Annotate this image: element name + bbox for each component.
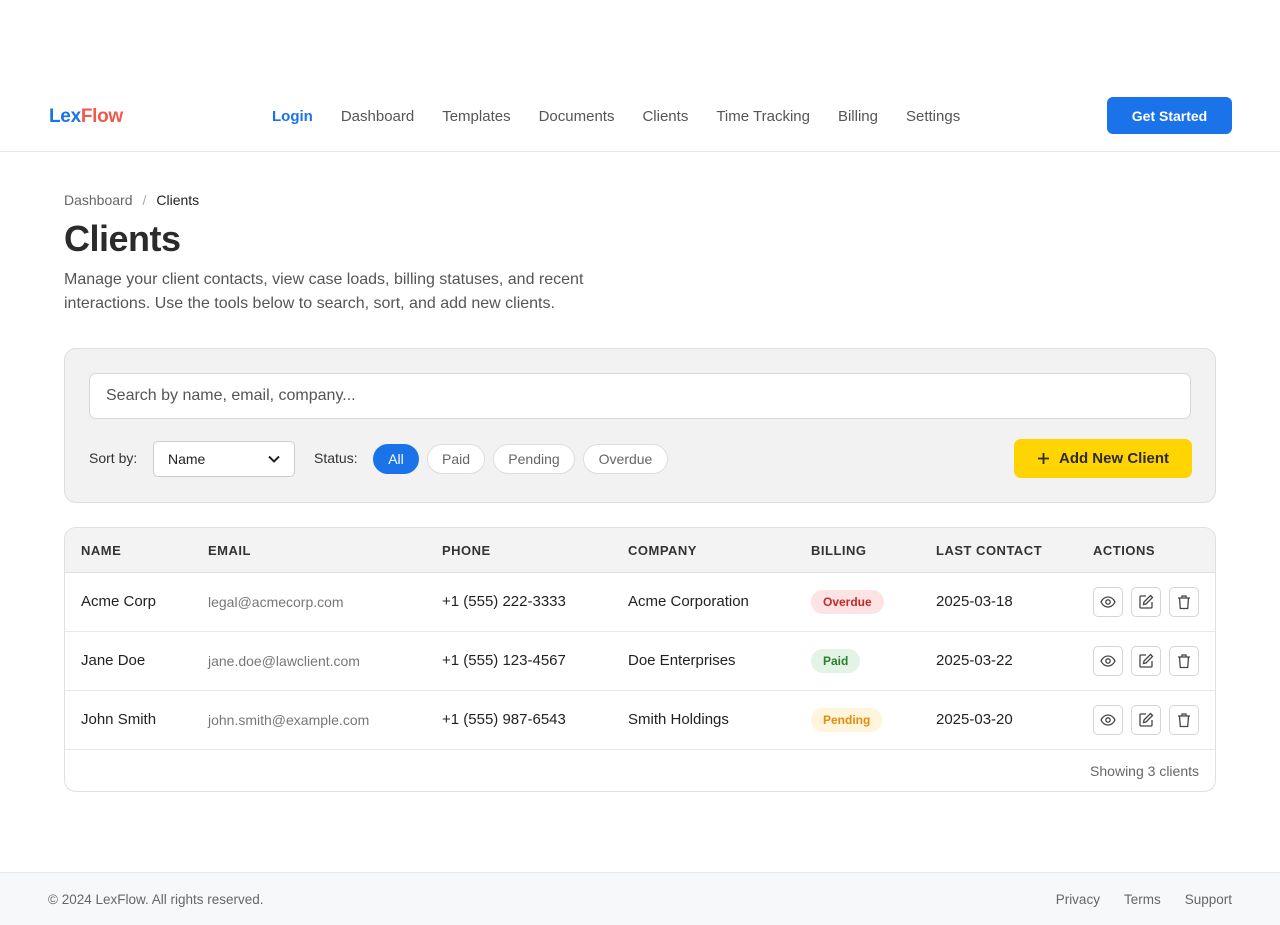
client-last-contact: 2025-03-20 bbox=[936, 711, 1013, 728]
view-button[interactable] bbox=[1093, 646, 1123, 676]
col-actions: ACTIONS bbox=[1093, 543, 1155, 558]
client-phone: +1 (555) 222-3333 bbox=[442, 593, 566, 610]
client-email: john.smith@example.com bbox=[208, 712, 370, 728]
search-input[interactable] bbox=[89, 373, 1191, 419]
table-row: Acme Corp legal@acmecorp.com +1 (555) 22… bbox=[65, 573, 1215, 632]
nav-templates[interactable]: Templates bbox=[442, 108, 510, 125]
table-header: NAME EMAIL PHONE COMPANY BILLING LAST CO… bbox=[65, 528, 1215, 573]
client-company: Acme Corporation bbox=[628, 593, 749, 610]
client-company: Smith Holdings bbox=[628, 711, 729, 728]
sort-label: Sort by: bbox=[89, 450, 138, 466]
client-phone: +1 (555) 123-4567 bbox=[442, 652, 566, 669]
logo[interactable]: LexFlow bbox=[49, 106, 123, 128]
eye-icon bbox=[1100, 596, 1116, 608]
breadcrumb-current: Clients bbox=[156, 192, 200, 208]
edit-button[interactable] bbox=[1131, 646, 1161, 676]
trash-icon bbox=[1178, 654, 1190, 669]
edit-icon bbox=[1139, 594, 1154, 609]
footer-link-privacy[interactable]: Privacy bbox=[1056, 892, 1100, 907]
table-row: Jane Doe jane.doe@lawclient.com +1 (555)… bbox=[65, 632, 1215, 691]
delete-button[interactable] bbox=[1169, 646, 1199, 676]
page-title: Clients bbox=[64, 218, 181, 259]
chevron-down-icon bbox=[268, 455, 280, 463]
edit-button[interactable] bbox=[1131, 705, 1161, 735]
col-billing: BILLING bbox=[811, 543, 867, 558]
plus-icon bbox=[1037, 453, 1049, 464]
nav-clients[interactable]: Clients bbox=[642, 108, 688, 125]
client-name: Acme Corp bbox=[81, 593, 157, 610]
page-footer: © 2024 LexFlow. All rights reserved. Pri… bbox=[0, 872, 1280, 925]
col-name: NAME bbox=[81, 543, 122, 558]
nav-billing[interactable]: Billing bbox=[838, 108, 878, 125]
copyright: © 2024 LexFlow. All rights reserved. bbox=[48, 892, 264, 907]
clients-table: NAME EMAIL PHONE COMPANY BILLING LAST CO… bbox=[64, 527, 1216, 792]
billing-badge: Overdue bbox=[811, 590, 884, 614]
eye-icon bbox=[1100, 714, 1116, 726]
client-email: jane.doe@lawclient.com bbox=[208, 653, 360, 669]
footer-links: Privacy Terms Support bbox=[1056, 892, 1232, 907]
trash-icon bbox=[1178, 595, 1190, 610]
sort-value: Name bbox=[168, 451, 206, 467]
client-last-contact: 2025-03-22 bbox=[936, 652, 1013, 669]
breadcrumb: Dashboard / Clients bbox=[64, 192, 199, 208]
edit-icon bbox=[1139, 712, 1154, 727]
col-phone: PHONE bbox=[442, 543, 491, 558]
client-name: John Smith bbox=[81, 711, 157, 728]
filter-toolbar: Sort by: Name Status: All Paid Pending O… bbox=[64, 348, 1216, 503]
status-filter-all[interactable]: All bbox=[373, 444, 419, 474]
client-last-contact: 2025-03-18 bbox=[936, 593, 1013, 610]
col-company: COMPANY bbox=[628, 543, 697, 558]
page-description: Manage your client contacts, view case l… bbox=[64, 271, 584, 312]
nav-documents[interactable]: Documents bbox=[539, 108, 615, 125]
footer-link-terms[interactable]: Terms bbox=[1124, 892, 1161, 907]
billing-badge: Paid bbox=[811, 649, 861, 673]
billing-badge: Pending bbox=[811, 708, 883, 732]
nav-login[interactable]: Login bbox=[272, 108, 313, 125]
breadcrumb-dashboard[interactable]: Dashboard bbox=[64, 192, 133, 208]
nav-settings[interactable]: Settings bbox=[906, 108, 960, 125]
top-navbar: LexFlow Login Dashboard Templates Docume… bbox=[0, 80, 1280, 152]
add-new-client-label: Add New Client bbox=[1058, 450, 1169, 467]
client-name: Jane Doe bbox=[81, 652, 146, 669]
nav-links: Login Dashboard Templates Documents Clie… bbox=[272, 108, 960, 125]
eye-icon bbox=[1100, 655, 1116, 667]
table-row: John Smith john.smith@example.com +1 (55… bbox=[65, 691, 1215, 750]
col-last-contact: LAST CONTACT bbox=[936, 543, 1043, 558]
status-label: Status: bbox=[314, 450, 358, 466]
client-email: legal@acmecorp.com bbox=[208, 594, 344, 610]
status-filter-pending[interactable]: Pending bbox=[493, 444, 575, 474]
client-company: Doe Enterprises bbox=[628, 652, 736, 669]
delete-button[interactable] bbox=[1169, 587, 1199, 617]
view-button[interactable] bbox=[1093, 587, 1123, 617]
sort-select[interactable]: Name bbox=[153, 441, 295, 477]
nav-time-tracking[interactable]: Time Tracking bbox=[716, 108, 810, 125]
footer-link-support[interactable]: Support bbox=[1185, 892, 1232, 907]
col-email: EMAIL bbox=[208, 543, 251, 558]
view-button[interactable] bbox=[1093, 705, 1123, 735]
delete-button[interactable] bbox=[1169, 705, 1199, 735]
logo-lex: Lex bbox=[49, 106, 81, 127]
trash-icon bbox=[1178, 713, 1190, 728]
table-footer-count: Showing 3 clients bbox=[1090, 763, 1199, 779]
nav-dashboard[interactable]: Dashboard bbox=[341, 108, 414, 125]
status-filter-paid[interactable]: Paid bbox=[427, 444, 485, 474]
client-phone: +1 (555) 987-6543 bbox=[442, 711, 566, 728]
get-started-button[interactable]: Get Started bbox=[1107, 97, 1232, 134]
edit-icon bbox=[1139, 653, 1154, 668]
logo-flow: Flow bbox=[80, 106, 123, 127]
edit-button[interactable] bbox=[1131, 587, 1161, 617]
status-filter-overdue[interactable]: Overdue bbox=[583, 444, 668, 474]
add-new-client-button[interactable]: Add New Client bbox=[1014, 439, 1192, 478]
breadcrumb-separator: / bbox=[142, 192, 147, 208]
